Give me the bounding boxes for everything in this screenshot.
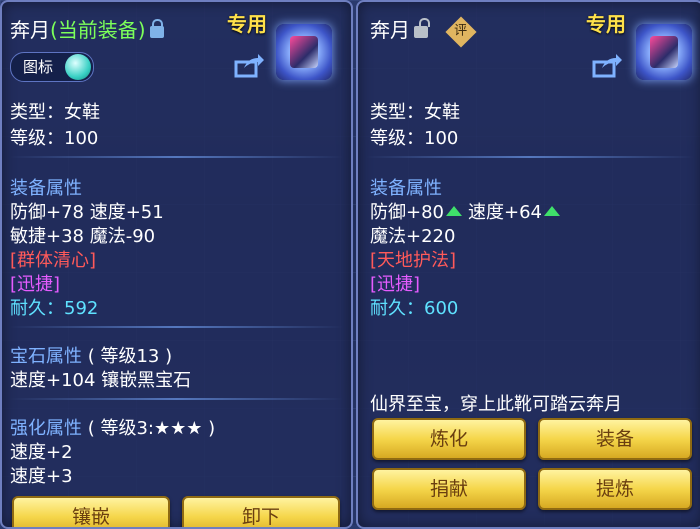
icon-toggle-label: 图标 — [23, 58, 54, 76]
toggle-knob — [65, 54, 91, 80]
item-name: 奔月 — [370, 18, 410, 42]
compare-item-panel: 奔月 评 专用 类型：女鞋 等级：100 装备属性 防御+80 速度+64 魔法+2… — [356, 0, 700, 529]
donate-button[interactable]: 捐献 — [372, 468, 526, 510]
stat-line-2: 敏捷+38 魔法-90 — [10, 226, 156, 247]
share-icon[interactable] — [592, 54, 622, 78]
exclusive-label: 专用 — [227, 12, 267, 36]
equip-attr-header: 装备属性 — [370, 178, 442, 199]
enhance-level: ( 等级3:★★★ ) — [87, 418, 216, 439]
item-description: 仙界至宝，穿上此靴可踏云奔月 — [370, 394, 622, 415]
special-effect: [迅捷] — [370, 274, 421, 295]
item-type: 类型：女鞋 — [10, 102, 100, 123]
enhance-attr-row: 强化属性 ( 等级3:★★★ ) — [10, 414, 215, 440]
unequip-button[interactable]: 卸下 — [182, 496, 340, 527]
enhance-stat-2: 速度+3 — [10, 466, 73, 487]
refine-button[interactable]: 炼化 — [372, 418, 526, 460]
gem-attr-row: 宝石属性 ( 等级13 ) — [10, 342, 172, 368]
defense-stat: 防御+80 — [370, 202, 444, 223]
extract-button[interactable]: 提炼 — [538, 468, 692, 510]
item-name: 奔月 — [10, 18, 50, 42]
divider — [10, 156, 343, 158]
lock-icon[interactable] — [149, 18, 164, 38]
durability: 耐久：600 — [370, 298, 459, 319]
inlay-button[interactable]: 镶嵌 — [12, 496, 170, 527]
item-boots-icon — [276, 24, 332, 80]
gem-level: ( 等级13 ) — [87, 346, 173, 367]
gem-stat: 速度+104 镶嵌黑宝石 — [10, 370, 192, 391]
exclusive-label: 专用 — [586, 12, 626, 36]
up-arrow-icon — [544, 206, 560, 216]
item-level: 等级：100 — [370, 128, 459, 149]
gem-attr-header: 宝石属性 — [10, 346, 82, 367]
special-skill: [群体清心] — [10, 250, 97, 271]
equip-button[interactable]: 装备 — [538, 418, 692, 460]
item-title: 奔月(当前装备) — [10, 14, 164, 43]
durability: 耐久：592 — [10, 298, 99, 319]
current-item-panel: 奔月(当前装备) 专用 图标 类型：女鞋 等级：100 装备属性 防御+78 速… — [0, 0, 353, 529]
enhance-stat-1: 速度+2 — [10, 442, 73, 463]
speed-stat: 速度+64 — [468, 202, 542, 223]
item-type: 类型：女鞋 — [370, 102, 460, 123]
icon-toggle[interactable]: 图标 — [10, 52, 94, 82]
divider — [10, 326, 343, 328]
unlock-icon[interactable] — [414, 17, 430, 38]
stat-line-1: 防御+80 速度+64 — [370, 198, 566, 224]
stat-line-2: 魔法+220 — [370, 226, 456, 247]
equip-attr-header: 装备属性 — [10, 178, 82, 199]
current-equipped-tag: (当前装备) — [50, 18, 146, 42]
divider — [366, 156, 694, 158]
enhance-attr-header: 强化属性 — [10, 418, 82, 439]
special-skill: [天地护法] — [370, 250, 457, 271]
item-boots-icon — [636, 24, 692, 80]
up-arrow-icon — [446, 206, 462, 216]
item-title: 奔月 评 — [370, 14, 477, 48]
stat-line-1: 防御+78 速度+51 — [10, 202, 164, 223]
evaluate-icon[interactable]: 评 — [445, 15, 477, 48]
divider — [10, 398, 343, 400]
special-effect: [迅捷] — [10, 274, 61, 295]
share-icon[interactable] — [234, 54, 264, 78]
item-level: 等级：100 — [10, 128, 99, 149]
